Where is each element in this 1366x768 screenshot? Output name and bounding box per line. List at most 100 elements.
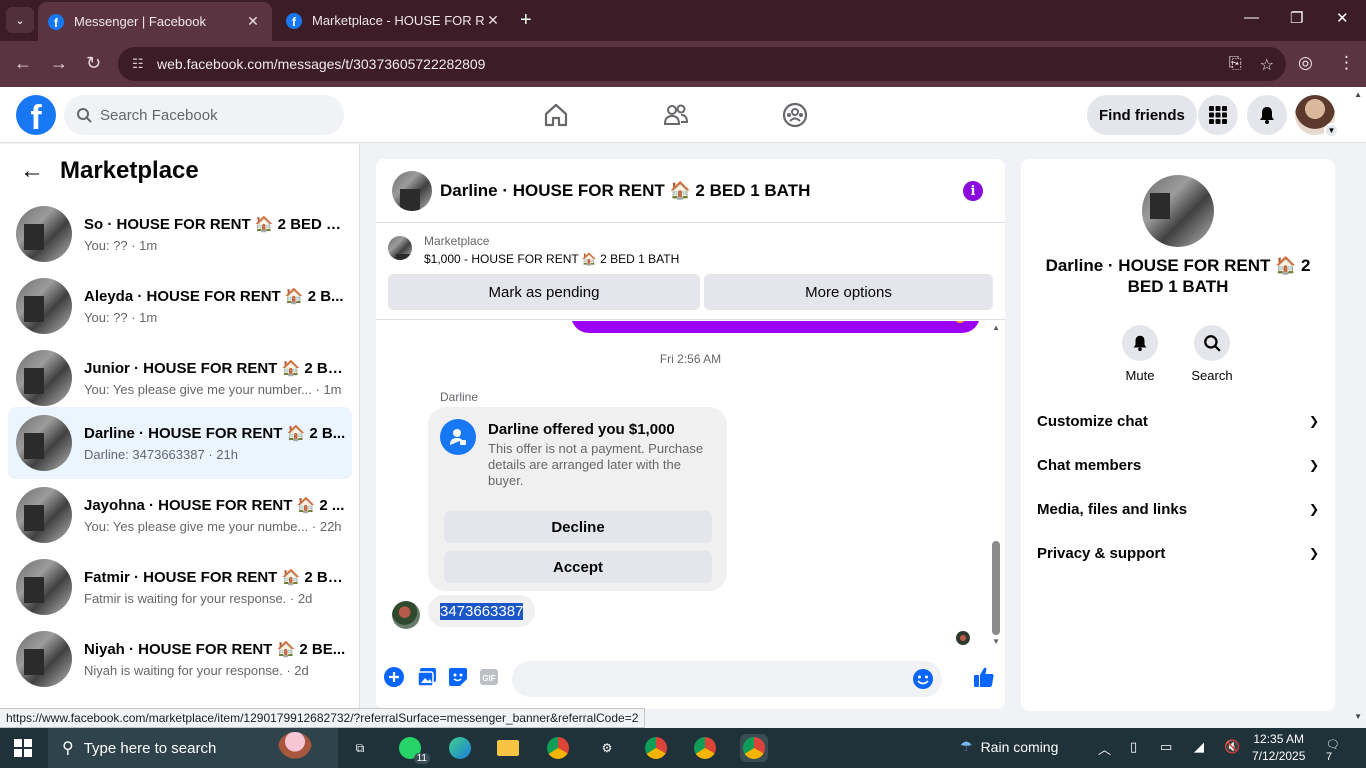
listing-thumbnail[interactable] bbox=[388, 236, 412, 260]
chrome-icon[interactable] bbox=[642, 734, 670, 762]
edge-icon[interactable] bbox=[446, 734, 474, 762]
sticker-icon[interactable] bbox=[448, 667, 468, 687]
taskbar-clock[interactable]: 12:35 AM 7/12/2025 bbox=[1252, 731, 1305, 765]
weather-text: Rain coming bbox=[980, 738, 1059, 755]
facebook-logo-icon[interactable]: f bbox=[16, 95, 56, 135]
profile-icon[interactable]: ◎ bbox=[1298, 53, 1313, 73]
chevron-up-icon[interactable]: ︿ bbox=[1098, 739, 1111, 758]
browser-menu-icon[interactable]: ⋮ bbox=[1338, 53, 1355, 73]
windows-start-icon[interactable] bbox=[14, 739, 32, 757]
forward-arrow-icon[interactable]: → bbox=[50, 53, 68, 74]
page-scroll-up-arrow[interactable]: ▲ bbox=[1354, 90, 1362, 99]
maximize-button[interactable]: ❐ bbox=[1290, 9, 1303, 27]
account-avatar[interactable]: ▼ bbox=[1295, 95, 1339, 138]
tab-marketplace[interactable]: f Marketplace - HOUSE FOR REN ✕ bbox=[276, 0, 512, 41]
menu-grid-button[interactable] bbox=[1198, 95, 1238, 135]
tab-messenger[interactable]: f Messenger | Facebook ✕ bbox=[38, 2, 272, 41]
sender-avatar[interactable] bbox=[392, 601, 420, 629]
conversation-item-selected[interactable]: Darline · HOUSE FOR RENT 🏠 2 B... Darline… bbox=[8, 407, 352, 479]
close-window-button[interactable]: ✕ bbox=[1336, 9, 1349, 27]
install-app-icon[interactable]: ⎘ bbox=[1229, 55, 1242, 75]
chrome-profile-icon[interactable] bbox=[544, 734, 572, 762]
bell-icon bbox=[1260, 107, 1274, 124]
search-input[interactable] bbox=[100, 106, 320, 124]
notification-center-icon[interactable]: 🗨7 bbox=[1326, 738, 1346, 763]
scroll-down-arrow[interactable]: ▼ bbox=[992, 637, 1000, 646]
chevron-down-icon: ❯ bbox=[1308, 502, 1319, 516]
chat-members-section[interactable]: Chat members ❯ bbox=[1037, 443, 1319, 487]
mark-as-pending-button[interactable]: Mark as pending bbox=[388, 274, 700, 310]
outgoing-message-bubble[interactable] bbox=[571, 321, 980, 333]
listing-thumbnail[interactable] bbox=[392, 170, 432, 211]
home-icon[interactable] bbox=[542, 101, 570, 129]
conversation-item[interactable]: So · HOUSE FOR RENT 🏠 2 BED 1 ... You: ??… bbox=[8, 198, 352, 270]
conversation-item[interactable]: Junior · HOUSE FOR RENT 🏠 2 BE... You: Ye… bbox=[8, 342, 352, 414]
scroll-up-arrow[interactable]: ▲ bbox=[992, 323, 1000, 332]
conversation-item[interactable]: Fatmir · HOUSE FOR RENT 🏠 2 BE... Fatmir … bbox=[8, 551, 352, 623]
settings-gear-icon[interactable]: ⚙ bbox=[593, 734, 621, 762]
minimize-button[interactable]: — bbox=[1244, 9, 1259, 26]
groups-icon[interactable] bbox=[781, 101, 809, 129]
site-info-icon[interactable]: ☷ bbox=[132, 56, 148, 72]
notifications-button[interactable] bbox=[1247, 95, 1287, 135]
chat-scrollbar-thumb[interactable] bbox=[992, 541, 1000, 635]
file-explorer-icon[interactable] bbox=[494, 734, 522, 762]
photo-icon[interactable] bbox=[417, 667, 437, 687]
message-input[interactable] bbox=[512, 661, 902, 697]
mute-button[interactable]: Mute bbox=[1110, 325, 1170, 383]
network-icon[interactable]: ◢ bbox=[1194, 739, 1204, 755]
decline-button[interactable]: Decline bbox=[444, 511, 712, 543]
weather-widget[interactable]: ☂ Rain coming bbox=[960, 738, 1058, 755]
chevron-down-icon: ❯ bbox=[1308, 458, 1319, 472]
add-plus-icon[interactable] bbox=[384, 667, 404, 687]
incoming-message-bubble[interactable]: 3473663387 bbox=[428, 595, 536, 627]
back-arrow-icon[interactable]: ← bbox=[20, 157, 44, 185]
chevron-down-icon: ❯ bbox=[1308, 546, 1319, 560]
new-tab-button[interactable]: + bbox=[520, 9, 532, 32]
conversation-name: So · HOUSE FOR RENT 🏠 2 BED 1 ... bbox=[84, 216, 346, 233]
page-scroll-down-arrow[interactable]: ▼ bbox=[1354, 712, 1362, 721]
chrome-active-icon[interactable] bbox=[740, 734, 768, 762]
friends-icon[interactable] bbox=[662, 101, 690, 129]
tab-title: Messenger | Facebook bbox=[74, 14, 206, 29]
gif-icon[interactable]: GIF bbox=[479, 667, 499, 687]
chrome-icon[interactable] bbox=[691, 734, 719, 762]
reload-icon[interactable]: ↻ bbox=[86, 53, 101, 74]
conversation-item[interactable]: Aleyda · HOUSE FOR RENT 🏠 2 B... You: ?? … bbox=[8, 270, 352, 342]
chat-title[interactable]: Darline · HOUSE FOR RENT 🏠 2 BED 1 BATH bbox=[440, 181, 810, 201]
offer-description: This offer is not a payment. Purchase de… bbox=[488, 441, 704, 488]
sidebar-header: ← Marketplace bbox=[20, 157, 199, 185]
find-friends-button[interactable]: Find friends bbox=[1087, 95, 1197, 135]
privacy-support-section[interactable]: Privacy & support ❯ bbox=[1037, 531, 1319, 575]
conversation-item[interactable]: Niyah · HOUSE FOR RENT 🏠 2 BE... Niyah is… bbox=[8, 623, 352, 695]
chat-panel: Darline · HOUSE FOR RENT 🏠 2 BED 1 BATH … bbox=[376, 159, 1005, 709]
emoji-picker-icon[interactable] bbox=[912, 668, 934, 695]
conversation-item[interactable]: Jayohna · HOUSE FOR RENT 🏠 2 ... You: Yes… bbox=[8, 479, 352, 551]
back-arrow-icon[interactable]: ← bbox=[14, 53, 32, 74]
search-conversation-button[interactable]: Search bbox=[1182, 325, 1242, 383]
message-input-box[interactable] bbox=[512, 661, 942, 697]
task-view-icon[interactable]: ⧉ bbox=[346, 734, 374, 762]
facebook-search[interactable] bbox=[64, 95, 344, 135]
listing-thumbnail-large[interactable] bbox=[1142, 175, 1214, 247]
thumbs-up-icon[interactable] bbox=[972, 665, 996, 689]
more-options-button[interactable]: More options bbox=[704, 274, 993, 310]
battery-icon[interactable]: ▭ bbox=[1160, 739, 1172, 755]
banner-listing[interactable]: $1,000 - HOUSE FOR RENT 🏠 2 BED 1 BATH bbox=[424, 252, 679, 266]
close-tab-icon[interactable]: ✕ bbox=[484, 12, 502, 29]
customize-chat-section[interactable]: Customize chat ❯ bbox=[1037, 399, 1319, 443]
address-bar[interactable]: ☷ web.facebook.com/messages/t/3037360572… bbox=[118, 47, 1286, 81]
device-icon[interactable]: ▯ bbox=[1130, 739, 1137, 755]
svg-text:GIF: GIF bbox=[482, 674, 495, 683]
whatsapp-icon[interactable]: 11 bbox=[396, 734, 430, 764]
tab-search-button[interactable]: ⌄ bbox=[6, 7, 34, 33]
taskbar-search[interactable]: ⚲ Type here to search bbox=[48, 728, 338, 768]
section-label: Privacy & support bbox=[1037, 544, 1166, 562]
media-files-links-section[interactable]: Media, files and links ❯ bbox=[1037, 487, 1319, 531]
accept-button[interactable]: Accept bbox=[444, 551, 712, 583]
close-tab-icon[interactable]: ✕ bbox=[244, 13, 262, 30]
listing-thumbnail bbox=[16, 559, 72, 615]
info-icon[interactable]: i bbox=[963, 181, 983, 201]
volume-muted-icon[interactable]: 🔇 bbox=[1224, 739, 1240, 755]
bookmark-star-icon[interactable]: ☆ bbox=[1260, 55, 1274, 75]
